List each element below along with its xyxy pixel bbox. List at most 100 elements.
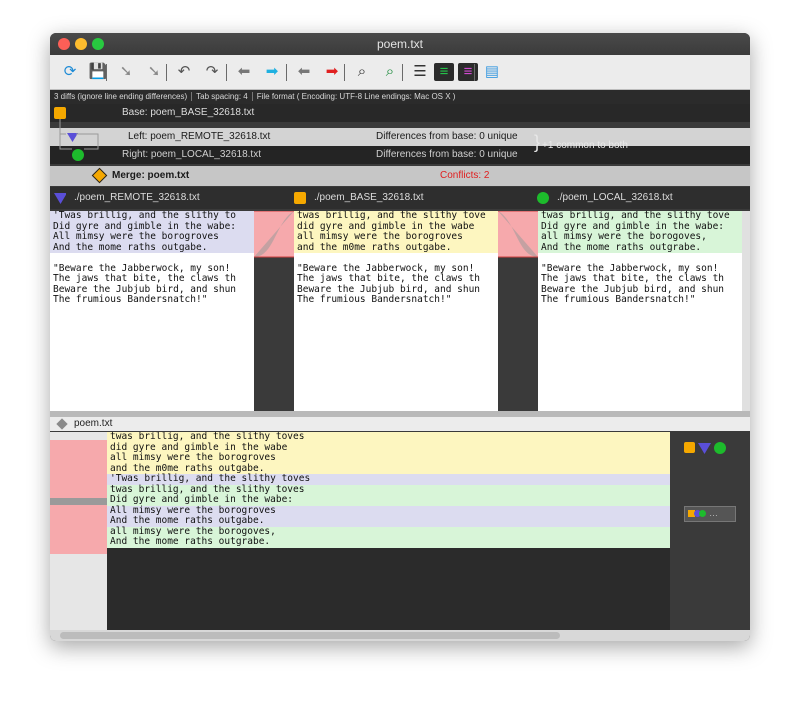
common-note-text: +1 common to both (542, 140, 628, 151)
code-line (50, 253, 254, 264)
local-circle-icon (537, 192, 549, 204)
base-file-row[interactable]: Base: poem_BASE_32618.txt (50, 104, 750, 122)
tab-spacing: Tab spacing: 4 (192, 92, 253, 101)
current-line-mark (50, 498, 107, 505)
merge-text-pane[interactable]: twas brillig, and the slithy toves did gy… (107, 432, 670, 630)
right-merge-gutter[interactable] (498, 211, 538, 411)
take-left-button[interactable]: ➘ (116, 63, 136, 81)
code-line: twas brillig, and the slithy tove (538, 211, 742, 222)
code-line: And the mome raths outgabe. (50, 242, 254, 253)
redo-icon: ↷ (205, 63, 219, 80)
refresh-icon: ⟳ (63, 63, 77, 80)
code-line: The jaws that bite, the claws th (50, 273, 254, 285)
tree-connector-lines (59, 119, 99, 150)
merge-diamond-icon (56, 418, 68, 430)
right-file-row[interactable]: Right: poem_LOCAL_32618.txt Differences … (50, 146, 750, 164)
find-next-button[interactable]: ⌕ (380, 63, 400, 81)
merge-file-row[interactable]: Merge: poem.txt Conflicts: 2 (50, 166, 750, 186)
save-icon: 💾 (88, 63, 108, 80)
take-right-icon: ➘ (147, 63, 161, 80)
code-line (294, 253, 498, 264)
more-icon: … (709, 508, 718, 518)
code-line: all mimsy were the borogroves (294, 231, 498, 243)
next-conflict-button[interactable]: ➡ (322, 63, 342, 81)
show-all-button[interactable]: ≡ (458, 63, 478, 81)
line-numbers-button[interactable]: ☰ (410, 63, 430, 81)
redo-button[interactable]: ↷ (202, 63, 222, 81)
take-right-button[interactable]: ➘ (144, 63, 164, 81)
next-diff-button[interactable]: ➡ (262, 63, 282, 81)
title-bar: poem.txt (50, 33, 750, 55)
scroll-thumb[interactable] (60, 632, 560, 639)
merge-pane-header: poem.txt (50, 417, 750, 431)
diff-count: 3 diffs (ignore line ending differences) (50, 92, 193, 101)
prev-conflict-button[interactable]: ⬅ (294, 63, 314, 81)
code-line: twas brillig, and the slithy tove (294, 211, 498, 222)
file-list: Base: poem_BASE_32618.txt Left: poem_REM… (50, 104, 750, 187)
merge-indicator-button[interactable]: … (684, 506, 736, 522)
code-line: And the mome raths outgrabe. (107, 536, 670, 548)
pane-headers: ./poem_REMOTE_32618.txt ./poem_BASE_3261… (50, 187, 750, 209)
remote-pane-title: ./poem_REMOTE_32618.txt (74, 192, 200, 203)
horizontal-scrollbar[interactable] (50, 630, 750, 641)
code-line: The jaws that bite, the claws th (294, 273, 498, 285)
base-pane-title: ./poem_BASE_32618.txt (314, 192, 424, 203)
toolbar-separator (166, 64, 167, 81)
base-file-label: Base: poem_BASE_32618.txt (122, 107, 255, 118)
merge-overview: … (670, 432, 750, 630)
show-changes-icon: ≡ (439, 63, 449, 80)
right-diff-info: Differences from base: 0 unique (376, 149, 518, 160)
merge-file-label: Merge: poem.txt (112, 170, 190, 181)
remote-triangle-icon (698, 443, 711, 454)
code-line: all mimsy were the borogroves (107, 452, 670, 464)
base-square-icon (684, 442, 695, 453)
base-text-pane[interactable]: twas brillig, and the slithy tove did gyr… (294, 211, 498, 411)
code-line (538, 253, 742, 264)
find-button[interactable]: ⌕ (352, 63, 372, 81)
toolbar-separator (344, 64, 345, 81)
base-square-icon (294, 192, 306, 204)
local-dot-icon (699, 510, 706, 517)
merge-diamond-icon (91, 167, 108, 184)
left-gutter-connector (254, 211, 294, 258)
common-note: } +1 common to both (534, 132, 628, 153)
conflict-count: Conflicts: 2 (440, 170, 490, 181)
refresh-button[interactable]: ⟳ (60, 63, 80, 81)
top-vertical-scrollbar[interactable] (742, 211, 750, 411)
left-file-label: Left: poem_REMOTE_32618.txt (128, 131, 271, 142)
save-button[interactable]: 💾 (88, 63, 108, 81)
code-line: twas brillig, and the slithy toves (107, 432, 670, 443)
code-line: The frumious Bandersnatch!" (50, 294, 254, 306)
left-merge-gutter[interactable] (254, 211, 294, 411)
merge-pane-title: poem.txt (74, 418, 113, 429)
code-line: 'Twas brillig, and the slithy toves (107, 473, 670, 485)
show-changes-button[interactable]: ≡ (434, 63, 454, 81)
code-line: all mimsy were the borogoves, (538, 231, 742, 243)
layout-button[interactable]: ▤ (482, 63, 502, 81)
brace-glyph: } (534, 132, 541, 152)
window-title: poem.txt (376, 37, 424, 51)
toolbar-separator (106, 64, 107, 81)
find-next-icon: ⌕ (385, 63, 395, 80)
code-line: And the mome raths outgabe. (107, 515, 670, 527)
toolbar-separator (226, 64, 227, 81)
remote-text-pane[interactable]: 'Twas brillig, and the slithy to Did gyre… (50, 211, 254, 411)
right-file-label: Right: poem_LOCAL_32618.txt (122, 149, 261, 160)
prev-diff-button[interactable]: ⬅ (234, 63, 254, 81)
code-line: And the mome raths outgrabe. (538, 242, 742, 253)
undo-icon: ↶ (177, 63, 191, 80)
toolbar-separator (286, 64, 287, 81)
conflict-gutter-mark (50, 440, 107, 554)
left-diff-info: Differences from base: 0 unique (376, 131, 518, 142)
local-text-pane[interactable]: twas brillig, and the slithy tove Did gyr… (538, 211, 742, 411)
code-line: All mimsy were the borogroves (50, 231, 254, 243)
code-line: The frumious Bandersnatch!" (538, 294, 742, 306)
next-conflict-icon: ➡ (325, 63, 339, 80)
status-bar: 3 diffs (ignore line ending differences)… (50, 90, 750, 104)
merge-left-gutter[interactable] (50, 432, 107, 630)
undo-button[interactable]: ↶ (174, 63, 194, 81)
app-window: poem.txt ⟳ 💾 ➘ ➘ ↶ ↷ ⬅ ➡ ⬅ ➡ ⌕ ⌕ ☰ ≡ ≡ ▤ 3 diffs (ignor… (50, 33, 750, 641)
left-file-row[interactable]: Left: poem_REMOTE_32618.txt Differences … (50, 128, 750, 146)
find-icon: ⌕ (357, 63, 367, 80)
next-diff-icon: ➡ (265, 63, 279, 80)
